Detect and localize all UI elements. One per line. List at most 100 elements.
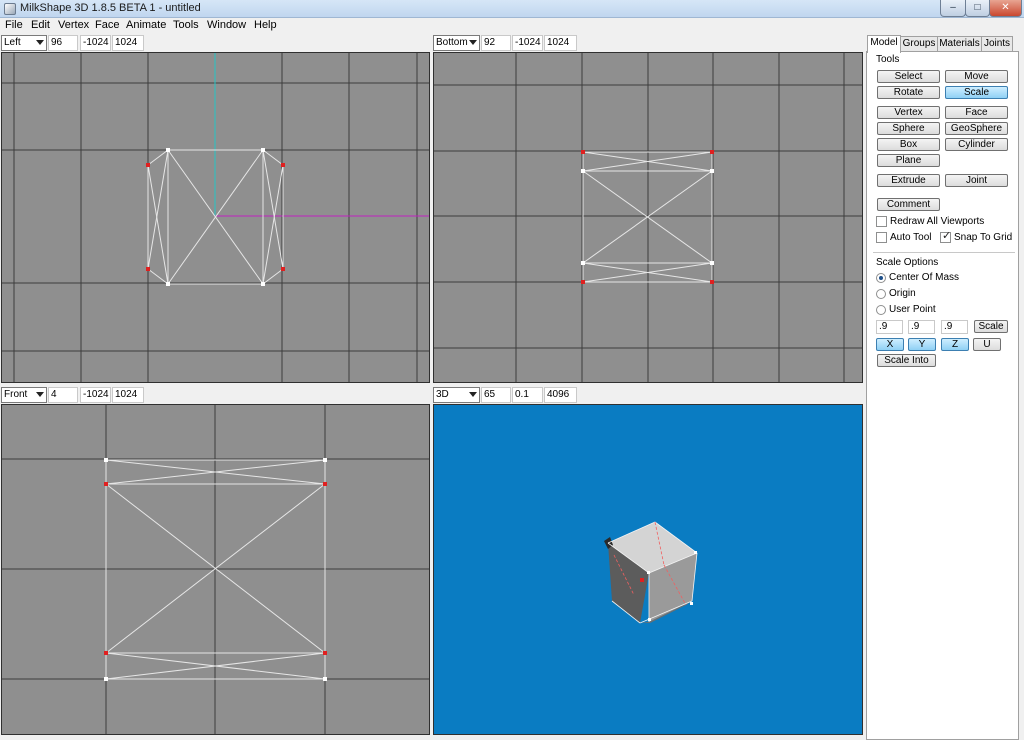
auto-tool-checkbox[interactable]: Auto Tool xyxy=(876,232,936,244)
view-select-bottom[interactable]: Bottom xyxy=(433,35,480,51)
title-bar: MilkShape 3D 1.8.5 BETA 1 - untitled – □… xyxy=(0,0,1024,18)
view-select-3d[interactable]: 3D xyxy=(433,387,480,403)
radio-dot xyxy=(876,273,886,283)
zoom-field[interactable]: 4 xyxy=(48,387,78,403)
viewport-front-canvas[interactable] xyxy=(2,405,429,734)
plane-tool-button[interactable]: Plane xyxy=(877,154,940,167)
range-max-field[interactable]: 1024 xyxy=(112,35,144,51)
checkmark-icon: ✓ xyxy=(942,230,952,242)
axis-y-toggle[interactable]: Y xyxy=(908,338,936,351)
extrude-tool-button[interactable]: Extrude xyxy=(877,174,940,187)
viewport-bottom-canvas[interactable] xyxy=(434,53,862,382)
apply-scale-button[interactable]: Scale xyxy=(974,320,1008,333)
panel-tabs: Model Groups Materials Joints xyxy=(866,35,1024,53)
tab-model[interactable]: Model xyxy=(867,35,901,53)
minimize-button[interactable]: – xyxy=(940,0,966,17)
checkbox-box xyxy=(876,232,887,243)
viewport-left[interactable] xyxy=(1,52,430,383)
viewport-header-3d: 3D 65 0.1 4096 xyxy=(433,387,863,404)
range-max-field[interactable]: 1024 xyxy=(544,35,577,51)
menu-help[interactable]: Help xyxy=(254,19,277,31)
zoom-field[interactable]: 96 xyxy=(48,35,78,51)
view-select-front[interactable]: Front xyxy=(1,387,47,403)
vertex-tool-button[interactable]: Vertex xyxy=(877,106,940,119)
joint-tool-button[interactable]: Joint xyxy=(945,174,1008,187)
geosphere-tool-button[interactable]: GeoSphere xyxy=(945,122,1008,135)
axis-z-toggle[interactable]: Z xyxy=(941,338,969,351)
menu-tools[interactable]: Tools xyxy=(173,19,199,31)
rotate-tool-button[interactable]: Rotate xyxy=(877,86,940,99)
view-select-value: Front xyxy=(4,389,28,400)
menu-vertex[interactable]: Vertex xyxy=(58,19,89,31)
milkshape-app-icon xyxy=(4,3,16,15)
viewport-bottom[interactable] xyxy=(433,52,863,383)
section-divider xyxy=(873,252,1015,253)
view-select-value: Left xyxy=(4,37,21,48)
dropdown-arrow-icon xyxy=(36,40,44,45)
select-tool-button[interactable]: Select xyxy=(877,70,940,83)
close-button[interactable]: ✕ xyxy=(989,0,1022,17)
cylinder-tool-button[interactable]: Cylinder xyxy=(945,138,1008,151)
radio-label: User Point xyxy=(889,304,936,315)
sphere-tool-button[interactable]: Sphere xyxy=(877,122,940,135)
tab-joints[interactable]: Joints xyxy=(981,36,1013,52)
radio-label: Center Of Mass xyxy=(889,272,960,283)
origin-radio[interactable]: Origin xyxy=(876,288,936,300)
viewport-front[interactable] xyxy=(1,404,430,735)
snap-to-grid-checkbox[interactable]: ✓ Snap To Grid xyxy=(940,230,1016,244)
range-min-field[interactable]: 0.1 xyxy=(512,387,543,403)
checkbox-box xyxy=(876,216,887,227)
menu-edit[interactable]: Edit xyxy=(31,19,50,31)
view-select-value: Bottom xyxy=(436,37,468,48)
menu-file[interactable]: File xyxy=(5,19,23,31)
checkbox-box: ✓ xyxy=(940,230,952,243)
menu-animate[interactable]: Animate xyxy=(126,19,166,31)
center-of-mass-radio[interactable]: Center Of Mass xyxy=(876,272,976,284)
user-point-radio[interactable]: User Point xyxy=(876,304,956,316)
viewport-left-canvas[interactable] xyxy=(2,53,429,382)
range-min-field[interactable]: -1024 xyxy=(80,387,111,403)
redraw-all-viewports-checkbox[interactable]: Redraw All Viewports xyxy=(876,216,1016,228)
viewport-header-bottom: Bottom 92 -1024 1024 xyxy=(433,35,863,52)
scale-into-button[interactable]: Scale Into xyxy=(877,354,936,367)
menu-window[interactable]: Window xyxy=(207,19,246,31)
checkbox-label: Auto Tool xyxy=(890,232,932,243)
range-max-field[interactable]: 1024 xyxy=(112,387,144,403)
axis-u-toggle[interactable]: U xyxy=(973,338,1001,351)
viewport-3d-canvas[interactable] xyxy=(434,405,862,734)
scale-y-field[interactable]: .9 xyxy=(908,320,935,334)
tab-groups[interactable]: Groups xyxy=(900,36,938,52)
dropdown-arrow-icon xyxy=(36,392,44,397)
scale-z-field[interactable]: .9 xyxy=(941,320,968,334)
move-tool-button[interactable]: Move xyxy=(945,70,1008,83)
checkbox-label: Snap To Grid xyxy=(954,232,1013,243)
range-max-field[interactable]: 4096 xyxy=(544,387,577,403)
box-tool-button[interactable]: Box xyxy=(877,138,940,151)
zoom-field[interactable]: 65 xyxy=(481,387,511,403)
radio-label: Origin xyxy=(889,288,916,299)
tab-materials[interactable]: Materials xyxy=(937,36,982,52)
range-min-field[interactable]: -1024 xyxy=(512,35,543,51)
scale-tool-button[interactable]: Scale xyxy=(945,86,1008,99)
viewport-3d[interactable] xyxy=(433,404,863,735)
right-panel: Model Groups Materials Joints Tools Sele… xyxy=(866,34,1024,740)
viewport-header-front: Front 4 -1024 1024 xyxy=(0,387,430,404)
view-select-left[interactable]: Left xyxy=(1,35,47,51)
model-tab-panel: Tools Select Move Rotate Scale Vertex Fa… xyxy=(866,51,1019,740)
face-tool-button[interactable]: Face xyxy=(945,106,1008,119)
menu-face[interactable]: Face xyxy=(95,19,119,31)
dropdown-arrow-icon xyxy=(469,40,477,45)
comment-button[interactable]: Comment xyxy=(877,198,940,211)
range-min-field[interactable]: -1024 xyxy=(80,35,111,51)
axis-x-toggle[interactable]: X xyxy=(876,338,904,351)
window-title: MilkShape 3D 1.8.5 BETA 1 - untitled xyxy=(20,2,201,14)
radio-dot xyxy=(876,305,886,315)
dropdown-arrow-icon xyxy=(469,392,477,397)
tools-heading: Tools xyxy=(876,54,900,65)
maximize-button[interactable]: □ xyxy=(965,0,990,17)
scale-x-field[interactable]: .9 xyxy=(876,320,903,334)
viewport-header-left: Left 96 -1024 1024 xyxy=(0,35,430,52)
zoom-field[interactable]: 92 xyxy=(481,35,511,51)
checkbox-label: Redraw All Viewports xyxy=(890,216,985,227)
menu-bar: File Edit Vertex Face Animate Tools Wind… xyxy=(0,18,1024,34)
